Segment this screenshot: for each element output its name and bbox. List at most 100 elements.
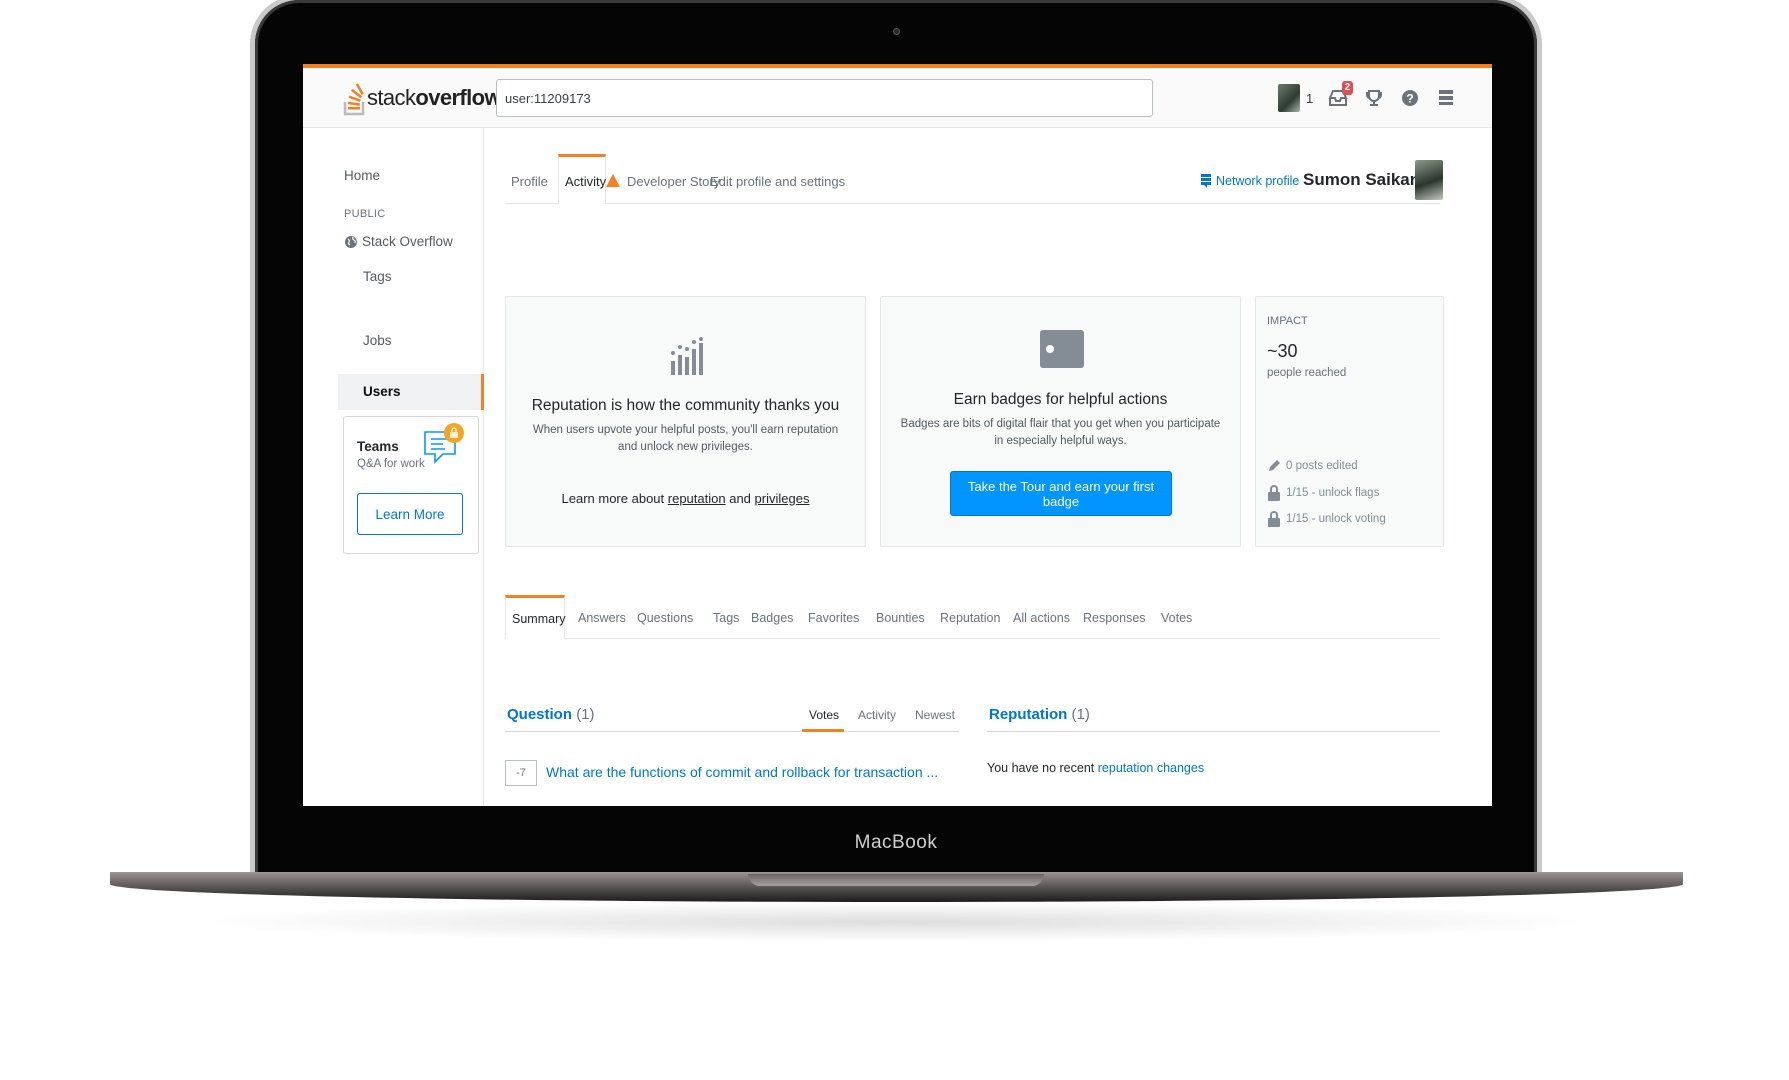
activity-tabs: Summary Answers Questions Tags Badges Fa…: [505, 595, 1440, 639]
stackoverflow-logo[interactable]: stackoverflow: [343, 79, 502, 117]
inbox-icon[interactable]: 2: [1327, 81, 1354, 109]
avatar[interactable]: [1278, 84, 1300, 112]
tab-answers[interactable]: Answers: [578, 611, 626, 625]
reputation-changes-link[interactable]: reputation changes: [1098, 761, 1204, 775]
top-bar: stackoverflow 1 2 ?: [303, 64, 1492, 128]
network-profile-link[interactable]: Network profile: [1201, 174, 1299, 188]
questions-title[interactable]: Question (1): [507, 706, 595, 723]
help-icon[interactable]: ?: [1399, 87, 1421, 109]
question-link[interactable]: What are the functions of commit and rol…: [546, 764, 938, 780]
stack-exchange-icon: [1201, 174, 1211, 188]
unlock-voting-row: 1/15 - unlock voting: [1267, 511, 1386, 527]
tab-all-actions[interactable]: All actions: [1013, 611, 1070, 625]
reputation-card: Reputation is how the community thanks y…: [505, 296, 866, 547]
badge-icon: [1040, 330, 1084, 368]
sidebar-item-jobs[interactable]: Jobs: [363, 333, 392, 348]
reputation-chart-icon: [671, 337, 703, 375]
tab-votes[interactable]: Votes: [1161, 611, 1192, 625]
tab-questions[interactable]: Questions: [637, 611, 693, 625]
reputation-count: 1: [1306, 90, 1314, 106]
tab-label: Activity: [565, 174, 607, 189]
impact-card: IMPACT ~30 people reached 0 posts edited…: [1255, 296, 1444, 547]
unlock-flags-text: 1/15 - unlock flags: [1286, 487, 1380, 499]
left-sidebar: Home PUBLIC Stack Overflow Tags Users Jo…: [303, 128, 484, 806]
posts-edited-row: 0 posts edited: [1267, 459, 1358, 473]
impact-value: ~30: [1267, 341, 1298, 361]
warning-icon: [606, 174, 620, 187]
tab-edit-profile[interactable]: Edit profile and settings: [710, 174, 845, 189]
stack-logo-icon: [343, 83, 365, 116]
sidebar-item-users[interactable]: Users: [338, 374, 484, 410]
reputation-title[interactable]: Reputation (1): [989, 706, 1090, 723]
reputation-card-title: Reputation is how the community thanks y…: [531, 397, 840, 414]
sort-activity[interactable]: Activity: [858, 708, 896, 722]
tab-profile[interactable]: Profile: [511, 174, 548, 189]
network-profile-label: Network profile: [1216, 174, 1300, 188]
tab-developer-story[interactable]: Developer Story: [606, 174, 720, 189]
unlock-voting-text: 1/15 - unlock voting: [1286, 513, 1386, 525]
tab-label: Developer Story: [627, 174, 721, 189]
teams-subtitle: Q&A for work: [357, 458, 425, 470]
lock-icon: [1268, 511, 1280, 527]
reputation-card-text: When users upvote your helpful posts, yo…: [532, 424, 839, 453]
sidebar-item-stack-overflow[interactable]: Stack Overflow: [344, 234, 453, 249]
tab-bounties[interactable]: Bounties: [876, 611, 925, 625]
user-name: Sumon Saikan: [1303, 170, 1421, 189]
reputation-link[interactable]: reputation: [668, 491, 726, 506]
tab-summary[interactable]: Summary: [505, 595, 565, 639]
badges-card-text: Badges are bits of digital flair that yo…: [900, 418, 1221, 447]
privileges-link[interactable]: privileges: [755, 491, 810, 506]
badges-card-title: Earn badges for helpful actions: [953, 391, 1168, 408]
trophy-icon[interactable]: [1363, 87, 1385, 109]
take-tour-button[interactable]: Take the Tour and earn your first badge: [950, 471, 1172, 516]
teams-chat-icon: [424, 423, 464, 464]
search-input[interactable]: [496, 79, 1153, 117]
user-avatar[interactable]: [1415, 160, 1443, 200]
impact-subtitle: people reached: [1267, 367, 1347, 379]
tab-activity[interactable]: Activity: [558, 154, 606, 204]
learn-more-prefix: Learn more about: [561, 491, 665, 506]
sidebar-item-label: Stack Overflow: [362, 234, 453, 249]
reputation-learn-more: Learn more about reputation and privileg…: [506, 491, 865, 506]
sidebar-section-public: PUBLIC: [344, 208, 386, 220]
tab-reputation[interactable]: Reputation: [940, 611, 1000, 625]
macbook-hinge-notch: [748, 874, 1044, 886]
reputation-count-label: (1): [1071, 706, 1090, 723]
tab-favorites[interactable]: Favorites: [808, 611, 859, 625]
sidebar-item-home[interactable]: Home: [344, 168, 380, 183]
main-content: Profile Activity Developer Story Edit pr…: [505, 128, 1444, 806]
sort-votes[interactable]: Votes: [802, 704, 844, 732]
reputation-message-text: You have no recent: [987, 761, 1095, 775]
badges-card: Earn badges for helpful actions Badges a…: [880, 296, 1241, 547]
svg-text:?: ?: [1407, 92, 1414, 106]
questions-count: (1): [576, 706, 595, 723]
stack-exchange-icon[interactable]: [1435, 87, 1457, 109]
reputation-message: You have no recent reputation changes: [987, 761, 1204, 775]
tab-tags[interactable]: Tags: [713, 611, 739, 625]
globe-icon: [345, 235, 357, 248]
logo-text: stackoverflow: [367, 85, 502, 110]
unlock-flags-row: 1/15 - unlock flags: [1267, 485, 1379, 501]
learn-more-and: and: [729, 491, 751, 506]
tab-badges[interactable]: Badges: [751, 611, 793, 625]
top-icons: 1 2 ?: [1278, 80, 1457, 116]
inbox-badge: 2: [1341, 81, 1354, 95]
lock-icon: [1268, 485, 1280, 501]
macbook-label: MacBook: [854, 832, 938, 853]
sort-newest[interactable]: Newest: [915, 708, 955, 722]
screen: stackoverflow 1 2 ? Home PUBLIC: [303, 64, 1492, 806]
teams-promo: Teams Q&A for work Learn More: [343, 416, 479, 554]
sidebar-item-label: Users: [363, 384, 401, 399]
question-score: -7: [505, 760, 537, 786]
shadow: [170, 902, 1620, 942]
camera-icon: [893, 28, 900, 35]
tab-responses[interactable]: Responses: [1083, 611, 1146, 625]
sort-label: Votes: [809, 708, 840, 722]
learn-more-button[interactable]: Learn More: [357, 493, 463, 535]
teams-title: Teams: [357, 439, 399, 454]
questions-title-text: Question: [507, 706, 573, 723]
sidebar-item-tags[interactable]: Tags: [363, 269, 392, 284]
pencil-icon: [1269, 460, 1280, 471]
profile-tabs: Profile Activity Developer Story Edit pr…: [505, 154, 1443, 204]
impact-label: IMPACT: [1267, 315, 1308, 327]
